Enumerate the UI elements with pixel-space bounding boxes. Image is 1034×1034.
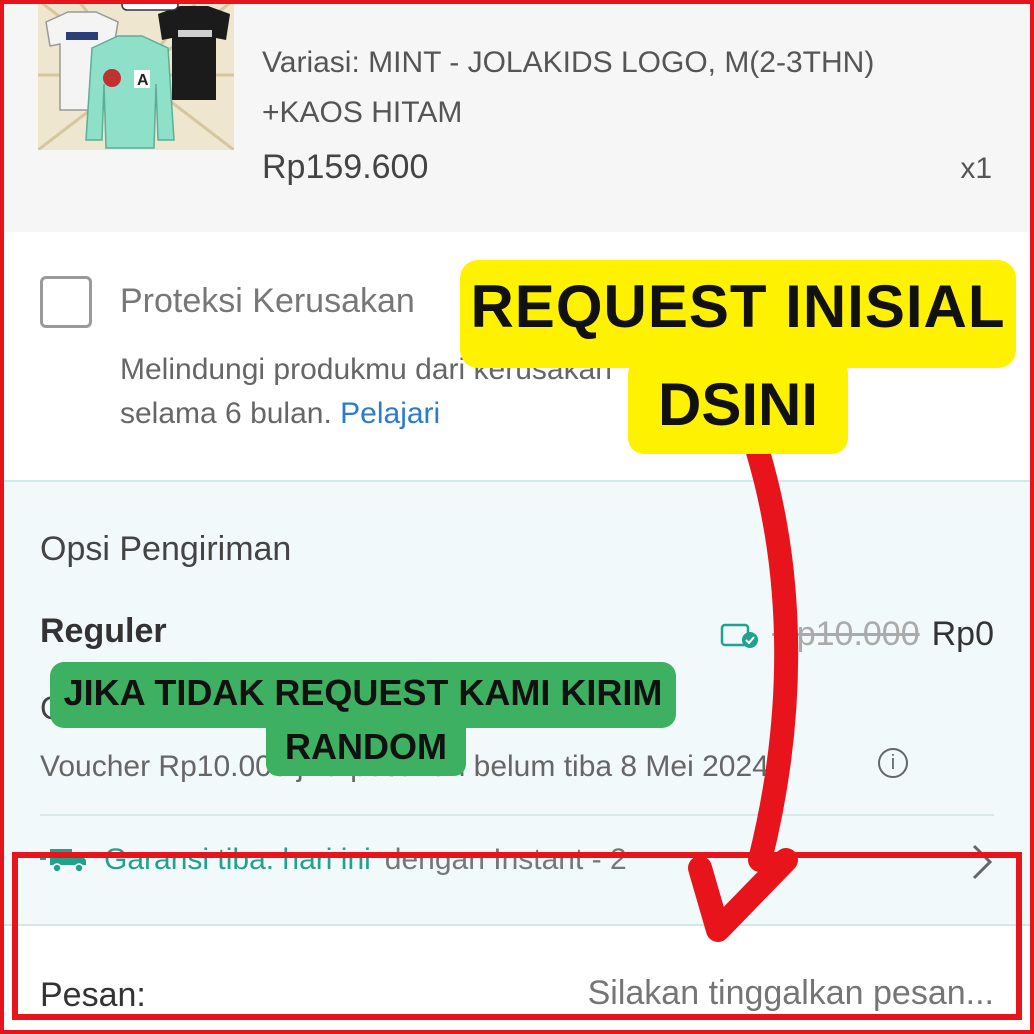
learn-more-link[interactable]: Pelajari xyxy=(340,397,440,430)
original-shipping-price: Rp10.000 xyxy=(772,614,920,653)
voucher-icon xyxy=(720,620,760,648)
callout-text: RANDOM xyxy=(285,726,447,767)
product-price: Rp159.600 xyxy=(262,148,429,186)
highlight-box xyxy=(12,852,1022,1020)
callout-text: JIKA TIDAK REQUEST KAMI KIRIM xyxy=(63,672,663,713)
protection-title: Proteksi Kerusakan xyxy=(120,282,415,320)
shipping-method[interactable]: Reguler xyxy=(40,612,167,651)
shipping-title: Opsi Pengiriman xyxy=(40,530,292,568)
protection-checkbox[interactable] xyxy=(40,276,92,328)
final-shipping-price: Rp0 xyxy=(931,614,994,653)
variant-line-1: Variasi: MINT - JOLAKIDS LOGO, M(2-3THN) xyxy=(262,46,875,79)
divider xyxy=(40,814,994,816)
variant-line-2: +KAOS HITAM xyxy=(262,96,463,129)
product-card[interactable]: A Variasi: MINT - JOLAKIDS LOGO, M(2-3TH… xyxy=(0,0,1034,232)
protection-duration: selama 6 bulan. xyxy=(120,397,332,430)
info-icon[interactable]: i xyxy=(878,748,908,778)
callout-text: REQUEST INISIAL xyxy=(470,273,1006,340)
callout-text: DSINI xyxy=(657,371,819,438)
shipping-price: Rp10.000 Rp0 xyxy=(720,612,994,656)
product-variant: Variasi: MINT - JOLAKIDS LOGO, M(2-3THN)… xyxy=(262,38,982,138)
svg-text:A: A xyxy=(137,72,149,89)
product-quantity: x1 xyxy=(960,152,992,185)
product-thumbnail[interactable]: A xyxy=(38,0,234,150)
